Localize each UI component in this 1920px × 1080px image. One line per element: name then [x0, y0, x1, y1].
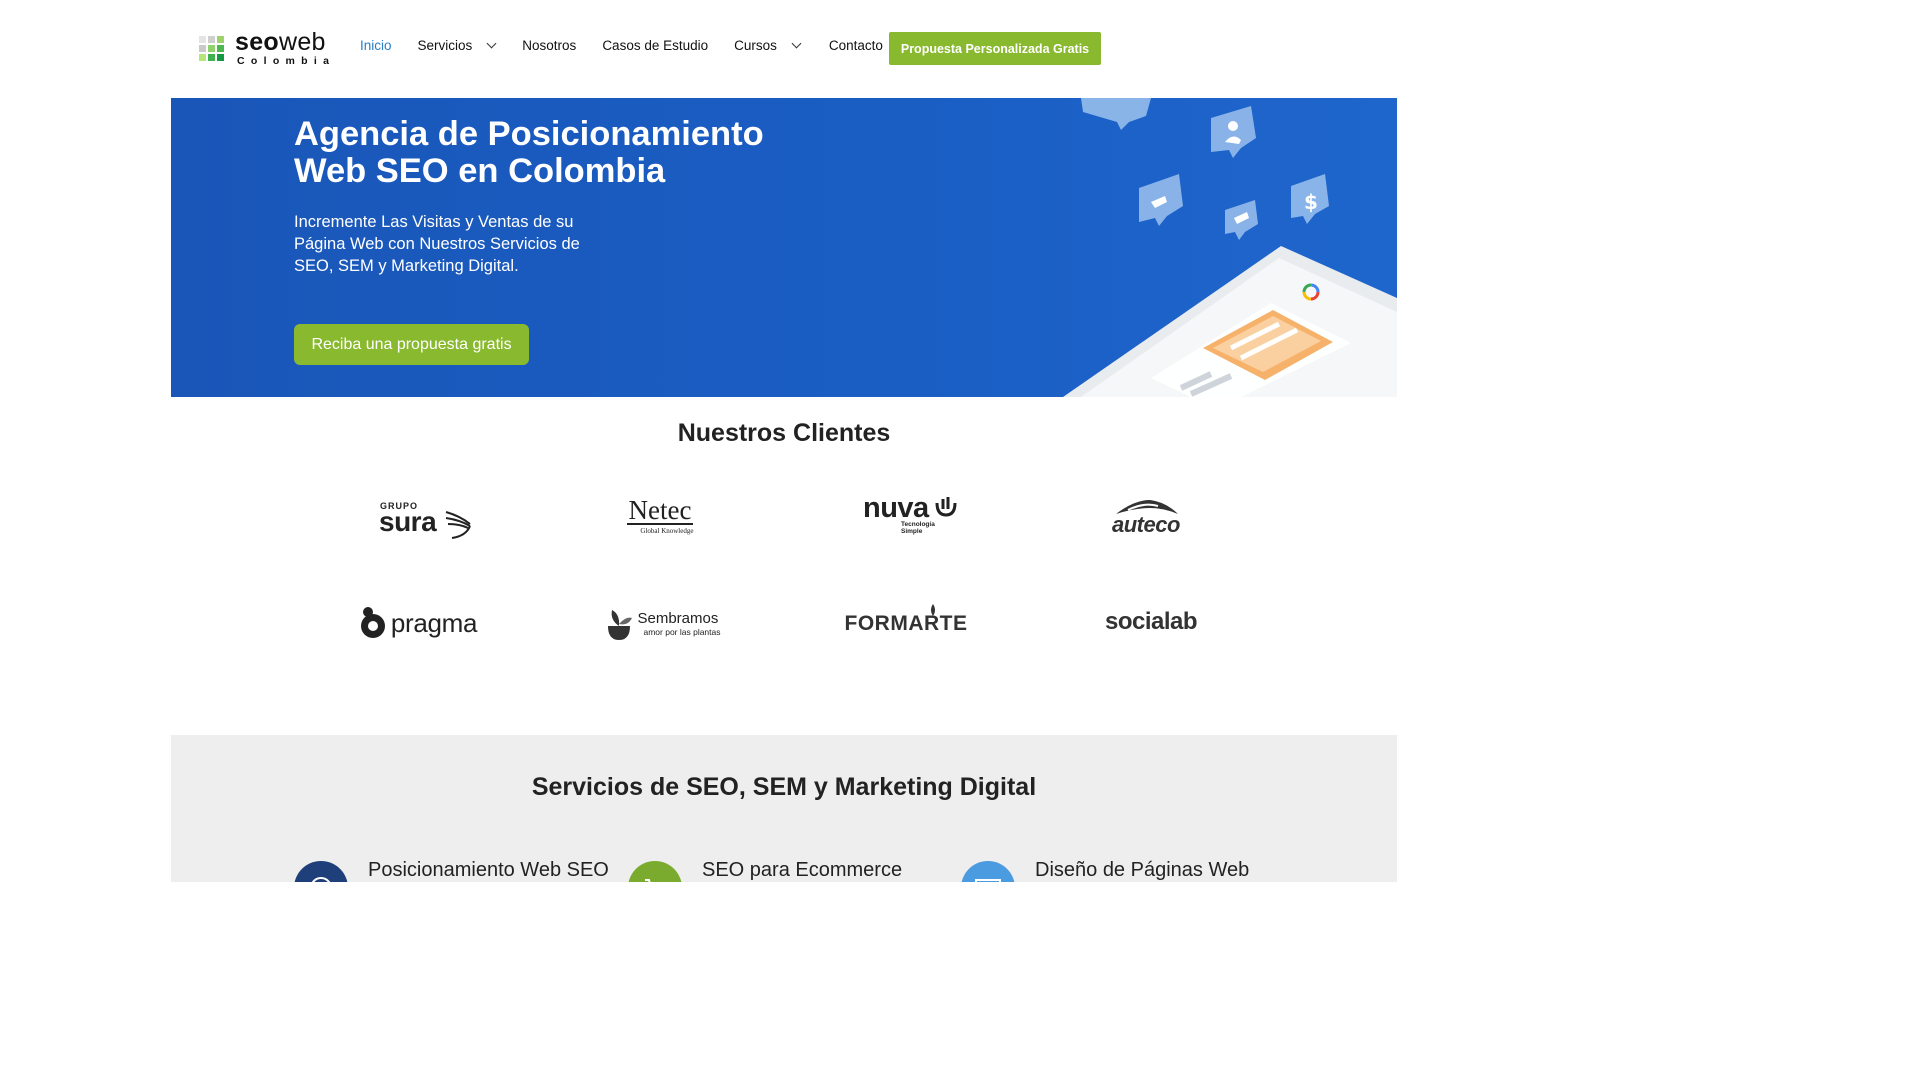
clients-title: Nuestros Clientes	[677, 419, 891, 447]
seo-isometric-illustration: $	[1063, 98, 1397, 397]
sembramos-plant-icon	[608, 610, 633, 640]
service-posicionamiento-web-seo[interactable]: Posicionamiento Web SEO	[294, 859, 609, 882]
hero-banner: Agencia de Posicionamiento Web SEO en Co…	[171, 98, 1397, 397]
service-label: SEO para Ecommerce	[702, 859, 903, 881]
formarte-flame-icon	[930, 604, 935, 616]
nuva-hand-icon	[935, 497, 957, 517]
client-logo-nuva: nuva Tecnología Simple	[852, 492, 962, 535]
propuesta-personalizada-button[interactable]: Propuesta Personalizada Gratis	[889, 32, 1101, 65]
client-logo-auteco: auteco	[1100, 494, 1200, 538]
chevron-down-icon	[791, 38, 802, 49]
nav-item-casos-de-estudio[interactable]: Casos de Estudio	[602, 38, 708, 53]
services-section: Servicios de SEO, SEM y Marketing Digita…	[171, 735, 1397, 882]
sura-wing-icon	[445, 511, 471, 539]
logo-grid-icon	[199, 35, 224, 61]
nav-item-inicio[interactable]: Inicio	[360, 38, 392, 53]
site-header: seoweb Colombia Inicio Servicios Nosotro…	[0, 0, 1568, 98]
service-seo-para-ecommerce[interactable]: SEO para Ecommerce	[628, 859, 902, 882]
web-design-icon	[961, 861, 1015, 882]
service-label: Diseño de Páginas Web	[1035, 859, 1250, 881]
nav-item-servicios[interactable]: Servicios	[418, 38, 497, 53]
reciba-propuesta-button[interactable]: Reciba una propuesta gratis	[294, 324, 529, 365]
services-title: Servicios de SEO, SEM y Marketing Digita…	[531, 773, 1037, 801]
logo-subtitle: Colombia	[237, 55, 336, 67]
service-diseno-de-paginas-web[interactable]: Diseño de Páginas Web	[961, 859, 1249, 882]
client-logo-formarte: FORMARTE	[845, 604, 967, 644]
service-label: Posicionamiento Web SEO	[368, 859, 609, 881]
shopping-cart-icon	[628, 861, 682, 882]
nav-item-contacto[interactable]: Contacto	[829, 38, 883, 53]
client-logo-socialab: socialab	[1104, 608, 1198, 635]
seoweb-logo[interactable]: seoweb Colombia	[199, 30, 335, 67]
svg-text:$: $	[1304, 190, 1318, 214]
seo-target-icon	[294, 861, 348, 882]
logo-wordmark: seoweb	[235, 28, 326, 56]
hero-subtitle: Incremente Las Visitas y Ventas de su Pá…	[294, 213, 580, 275]
nav-item-nosotros[interactable]: Nosotros	[522, 38, 576, 53]
client-logo-sembramos: Sembramos amor por las plantas	[600, 602, 725, 646]
main-nav: Inicio Servicios Nosotros Casos de Estud…	[360, 38, 883, 53]
chevron-down-icon	[486, 38, 497, 49]
client-logo-sura: GRUPO sura	[356, 492, 476, 542]
client-logo-pragma: pragma	[352, 601, 482, 645]
pragma-mark-icon	[360, 607, 385, 638]
client-logo-netec: Netec Global Knowledge	[626, 495, 694, 535]
hero-title: Agencia de Posicionamiento Web SEO en Co…	[294, 115, 764, 190]
nav-item-cursos[interactable]: Cursos	[734, 38, 802, 53]
